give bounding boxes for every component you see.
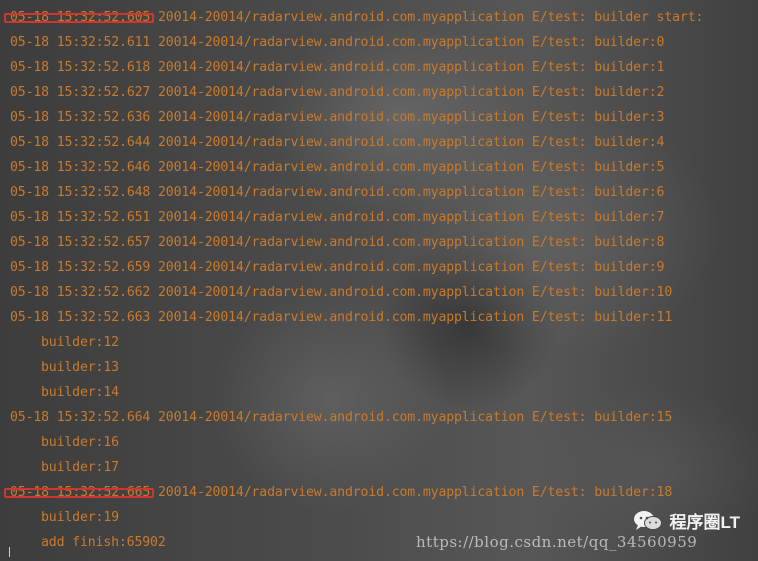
log-line: 05-18 15:32:52.651 20014-20014/radarview… <box>0 205 758 230</box>
log-message: builder:12 <box>41 335 119 350</box>
log-message: 20014-20014/radarview.android.com.myappl… <box>158 10 704 25</box>
log-line: builder:14 <box>0 380 758 405</box>
log-message: builder:17 <box>41 460 119 475</box>
log-timestamp: 05-18 15:32:52.611 <box>10 35 151 50</box>
log-line: 05-18 15:32:52.663 20014-20014/radarview… <box>0 305 758 330</box>
url-watermark: https://blog.csdn.net/qq_34560959 <box>416 533 698 551</box>
log-message: 20014-20014/radarview.android.com.myappl… <box>158 160 665 175</box>
text-cursor <box>9 547 10 557</box>
brand-name: 程序圈LT <box>669 513 740 532</box>
log-timestamp: 05-18 15:32:52.648 <box>10 185 151 200</box>
log-line: 05-18 15:32:52.636 20014-20014/radarview… <box>0 105 758 130</box>
log-message: 20014-20014/radarview.android.com.myappl… <box>158 210 665 225</box>
log-line: builder:17 <box>0 455 758 480</box>
highlighted-timestamp: 05-18 15:32:52.605 <box>10 10 151 25</box>
log-line: 05-18 15:32:52.646 20014-20014/radarview… <box>0 155 758 180</box>
log-line: 05-18 15:32:52.662 20014-20014/radarview… <box>0 280 758 305</box>
log-message: 20014-20014/radarview.android.com.myappl… <box>158 310 673 325</box>
log-message: add finish:65902 <box>41 535 166 550</box>
log-timestamp: 05-18 15:32:52.664 <box>10 410 151 425</box>
log-line: builder:13 <box>0 355 758 380</box>
log-line: 05-18 15:32:52.627 20014-20014/radarview… <box>0 80 758 105</box>
brand-badge: 程序圈LT <box>633 508 740 533</box>
log-line: 05-18 15:32:52.605 20014-20014/radarview… <box>0 5 758 30</box>
log-timestamp: 05-18 15:32:52.627 <box>10 85 151 100</box>
log-timestamp: 05-18 15:32:52.636 <box>10 110 151 125</box>
log-timestamp: 05-18 15:32:52.618 <box>10 60 151 75</box>
log-message: 20014-20014/radarview.android.com.myappl… <box>158 60 665 75</box>
log-timestamp: 05-18 15:32:52.659 <box>10 260 151 275</box>
log-line: 05-18 15:32:52.659 20014-20014/radarview… <box>0 255 758 280</box>
log-line: 05-18 15:32:52.644 20014-20014/radarview… <box>0 130 758 155</box>
log-timestamp: 05-18 15:32:52.663 <box>10 310 151 325</box>
log-message: 20014-20014/radarview.android.com.myappl… <box>158 35 665 50</box>
log-line: 05-18 15:32:52.618 20014-20014/radarview… <box>0 55 758 80</box>
log-message: 20014-20014/radarview.android.com.myappl… <box>158 260 665 275</box>
log-message: 20014-20014/radarview.android.com.myappl… <box>158 235 665 250</box>
log-timestamp: 05-18 15:32:52.651 <box>10 210 151 225</box>
log-line: 05-18 15:32:52.664 20014-20014/radarview… <box>0 405 758 430</box>
log-message: 20014-20014/radarview.android.com.myappl… <box>158 285 673 300</box>
log-message: builder:13 <box>41 360 119 375</box>
log-line: builder:12 <box>0 330 758 355</box>
log-message: builder:16 <box>41 435 119 450</box>
wechat-icon <box>634 510 663 530</box>
log-line: 05-18 15:32:52.665 20014-20014/radarview… <box>0 480 758 505</box>
log-line: builder:16 <box>0 430 758 455</box>
log-message: 20014-20014/radarview.android.com.myappl… <box>158 85 665 100</box>
highlighted-timestamp: 05-18 15:32:52.665 <box>10 485 151 500</box>
log-timestamp: 05-18 15:32:52.644 <box>10 135 151 150</box>
log-line: 05-18 15:32:52.657 20014-20014/radarview… <box>0 230 758 255</box>
logcat-output[interactable]: 05-18 15:32:52.605 20014-20014/radarview… <box>0 5 758 555</box>
log-line: 05-18 15:32:52.611 20014-20014/radarview… <box>0 30 758 55</box>
log-message: builder:14 <box>41 385 119 400</box>
log-line: 05-18 15:32:52.648 20014-20014/radarview… <box>0 180 758 205</box>
log-timestamp: 05-18 15:32:52.662 <box>10 285 151 300</box>
log-message: builder:19 <box>41 510 119 525</box>
log-message: 20014-20014/radarview.android.com.myappl… <box>158 410 673 425</box>
log-message: 20014-20014/radarview.android.com.myappl… <box>158 110 665 125</box>
log-message: 20014-20014/radarview.android.com.myappl… <box>158 485 673 500</box>
log-timestamp: 05-18 15:32:52.657 <box>10 235 151 250</box>
log-timestamp: 05-18 15:32:52.646 <box>10 160 151 175</box>
log-message: 20014-20014/radarview.android.com.myappl… <box>158 135 665 150</box>
log-message: 20014-20014/radarview.android.com.myappl… <box>158 185 665 200</box>
